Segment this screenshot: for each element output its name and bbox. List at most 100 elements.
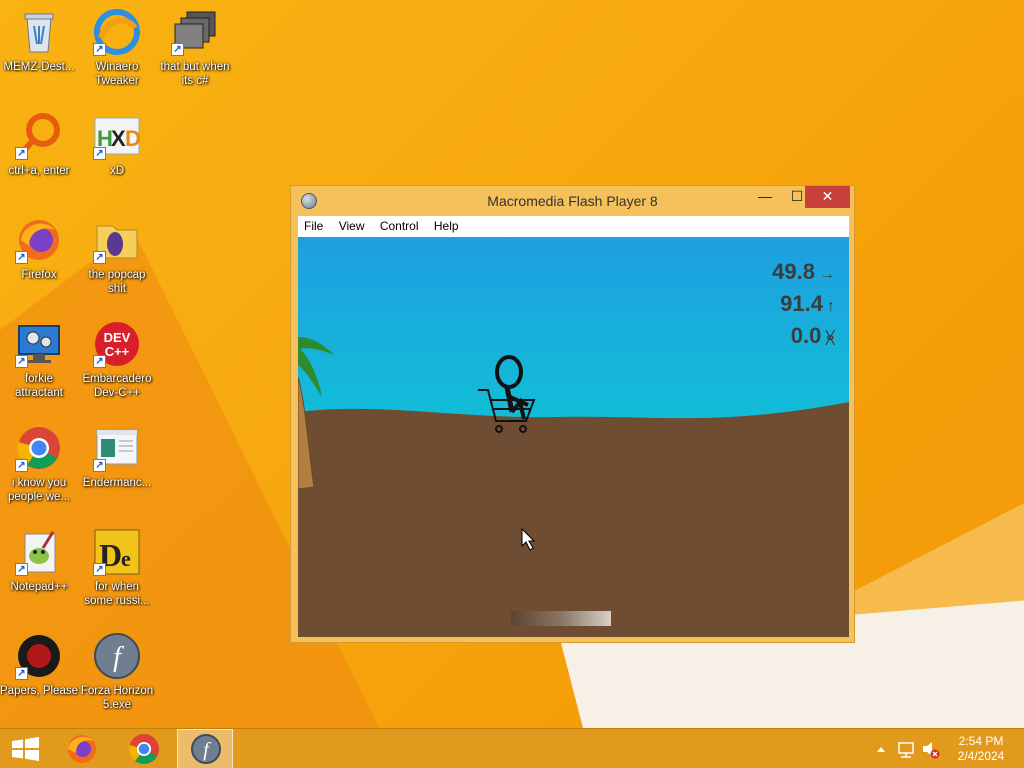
de-icon: D e ↗ [93,528,141,576]
volume-muted-icon[interactable] [920,729,942,768]
chrome-icon [128,734,159,764]
desktop-icon-label: the popcap shit [88,269,146,295]
shortcut-arrow-icon: ↗ [93,147,106,160]
svg-text:D: D [125,126,141,151]
desktop-icon-chrome[interactable]: ↗ i know you people we... [0,424,78,504]
flash-icon: f [93,632,141,680]
power-bar [511,611,611,626]
chrome-icon: ↗ [15,424,63,472]
desktop-icon-firefox[interactable]: ↗ Firefox [0,216,78,282]
svg-text:DEV: DEV [104,330,131,345]
shortcut-arrow-icon: ↗ [15,667,28,680]
hud-distance: 49.8 → [772,259,835,285]
computer-gear-icon: ↗ [15,320,63,368]
hud-third-value: 0.0 [790,323,822,348]
windows-logo-icon [12,737,39,761]
window-app-icon: ↗ [93,424,141,472]
desktop-icon-russi[interactable]: D e ↗ for when some russi... [78,528,156,608]
desktop: MEMZ-Dest... ↗ ctrl+a, enter ↗ Firefox ↗… [0,0,1024,728]
close-button[interactable]: ✕ [805,186,850,208]
taskbar-chrome[interactable] [116,729,172,768]
shortcut-arrow-icon: ↗ [15,355,28,368]
desktop-icon-label: Notepad++ [10,581,68,593]
shortcut-arrow-icon: ↗ [93,355,106,368]
desktop-icon-label: Papers, Please [0,685,78,697]
desktop-icon-winaero[interactable]: ↗ Winaero Tweaker [78,8,156,88]
winaero-icon: ↗ [93,8,141,56]
magnifier-ring-icon: ↗ [15,112,63,160]
devcpp-icon: DEV C++ ↗ [93,320,141,368]
firefox-icon [68,735,96,763]
desktop-icon-label: Forza Horizon 5.exe [80,685,154,711]
desktop-icon-memz[interactable]: MEMZ-Dest... [0,8,78,74]
shortcut-arrow-icon: ↗ [93,251,106,264]
papers-please-icon: ↗ [15,632,63,680]
desktop-icon-label: xD [109,165,125,177]
desktop-icon-ctrl-a-enter[interactable]: ↗ ctrl+a, enter [0,112,78,178]
desktop-icon-csharp[interactable]: ↗ that but when its c# [156,8,234,88]
flash-icon: f [191,734,221,764]
start-button[interactable] [0,729,56,768]
tray-overflow-icon[interactable] [873,729,889,768]
desktop-icon-endermanch[interactable]: ↗ Endermanc... [78,424,156,490]
window-titlebar[interactable]: Macromedia Flash Player 8 — ☐ ✕ [291,186,854,216]
desktop-icon-forza[interactable]: f Forza Horizon 5.exe [78,632,156,712]
desktop-icon-popcap[interactable]: ↗ the popcap shit [78,216,156,296]
svg-text:e: e [121,546,131,571]
desktop-icon-label: Endermanc... [82,477,152,489]
flash-player-window[interactable]: Macromedia Flash Player 8 — ☐ ✕ File Vie… [290,185,855,643]
shortcut-arrow-icon: ↗ [15,147,28,160]
stacked-windows-icon: ↗ [171,8,219,56]
hud-height: 91.4 ↑ [780,291,835,317]
desktop-icon-label: Firefox [21,269,57,281]
taskbar: f 2:54 PM 2/4/2024 [0,728,1024,768]
hud-distance-value: 49.8 [772,259,815,284]
taskbar-firefox[interactable] [54,729,110,768]
menu-bar: File View Control Help [298,216,849,237]
minimize-button[interactable]: — [749,186,781,208]
clock-time: 2:54 PM [958,734,1004,748]
desktop-icon-papers-please[interactable]: ↗ Papers, Please [0,632,78,698]
shortcut-arrow-icon: ↗ [93,43,106,56]
svg-text:C++: C++ [105,344,130,359]
arrow-right-icon: → [819,266,835,283]
desktop-icon-devcpp[interactable]: DEV C++ ↗ Embarcadero Dev-C++ [78,320,156,400]
recycle-bin-icon [15,8,63,56]
hxd-icon: H X D ↗ [93,112,141,160]
flip-icon: ᚸ [825,330,835,347]
hud-height-value: 91.4 [780,291,823,316]
desktop-icon-label: MEMZ-Dest... [3,61,75,73]
desktop-icon-xd[interactable]: H X D ↗ xD [78,112,156,178]
desktop-icon-notepadpp[interactable]: ↗ Notepad++ [0,528,78,594]
desktop-icon-forkie[interactable]: ↗ forkie attractant [0,320,78,400]
sky [298,237,849,437]
desktop-icon-label: forkie attractant [15,373,63,399]
flash-game-stage[interactable]: 49.8 → 91.4 ↑ 0.0 ᚸ [298,237,849,637]
svg-text:X: X [111,126,126,151]
desktop-icon-label: i know you people we... [7,477,70,503]
menu-file[interactable]: File [298,216,329,236]
arrow-up-icon: ↑ [827,298,835,315]
game-scene [298,237,849,637]
desktop-icon-label: Winaero Tweaker [95,61,139,87]
shortcut-arrow-icon: ↗ [15,251,28,264]
menu-help[interactable]: Help [428,216,465,236]
ground [298,402,849,637]
desktop-icon-label: Embarcadero Dev-C++ [82,373,152,399]
desktop-icon-label: for when some russi... [84,581,150,607]
shortcut-arrow-icon: ↗ [15,459,28,472]
menu-control[interactable]: Control [374,216,425,236]
menu-view[interactable]: View [333,216,371,236]
firefox-icon: ↗ [15,216,63,264]
system-clock[interactable]: 2:54 PM 2/4/2024 [950,734,1012,764]
network-icon[interactable] [895,729,917,768]
hud-third: 0.0 ᚸ [791,323,835,349]
notepadpp-icon: ↗ [15,528,63,576]
clock-date: 2/4/2024 [957,749,1005,763]
desktop-icon-label: that but when its c# [160,61,230,87]
popcap-icon: ↗ [93,216,141,264]
taskbar-flash-player[interactable]: f [177,729,233,768]
shortcut-arrow-icon: ↗ [15,563,28,576]
shortcut-arrow-icon: ↗ [93,563,106,576]
desktop-icon-label: ctrl+a, enter [8,165,70,177]
